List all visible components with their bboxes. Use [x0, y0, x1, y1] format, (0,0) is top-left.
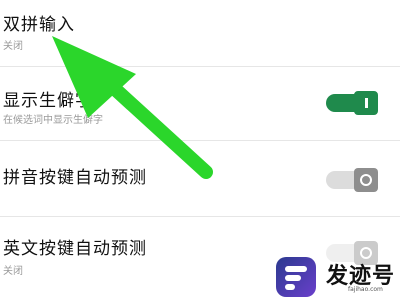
- toggle-knob: [354, 168, 378, 192]
- setting-row-double-pinyin[interactable]: 双拼输入 关闭: [0, 0, 400, 66]
- setting-subtitle: 在候选词中显示生僻字: [3, 115, 103, 126]
- setting-title: 显示生僻字: [3, 91, 93, 111]
- rare-chars-toggle[interactable]: [326, 91, 378, 115]
- setting-title: 双拼输入: [3, 15, 75, 35]
- setting-title: 拼音按键自动预测: [3, 168, 147, 188]
- setting-subtitle: 关闭: [3, 266, 23, 277]
- watermark-url: fajihao.com: [348, 286, 383, 293]
- toggle-knob: [354, 91, 378, 115]
- setting-row-pinyin-predict[interactable]: 拼音按键自动预测: [0, 141, 400, 213]
- setting-subtitle: 关闭: [3, 41, 23, 52]
- watermark-logo-icon: [276, 257, 316, 297]
- setting-title: 英文按键自动预测: [3, 239, 147, 259]
- setting-row-rare-chars[interactable]: 显示生僻字 在候选词中显示生僻字: [0, 67, 400, 139]
- pinyin-predict-toggle[interactable]: [326, 168, 378, 192]
